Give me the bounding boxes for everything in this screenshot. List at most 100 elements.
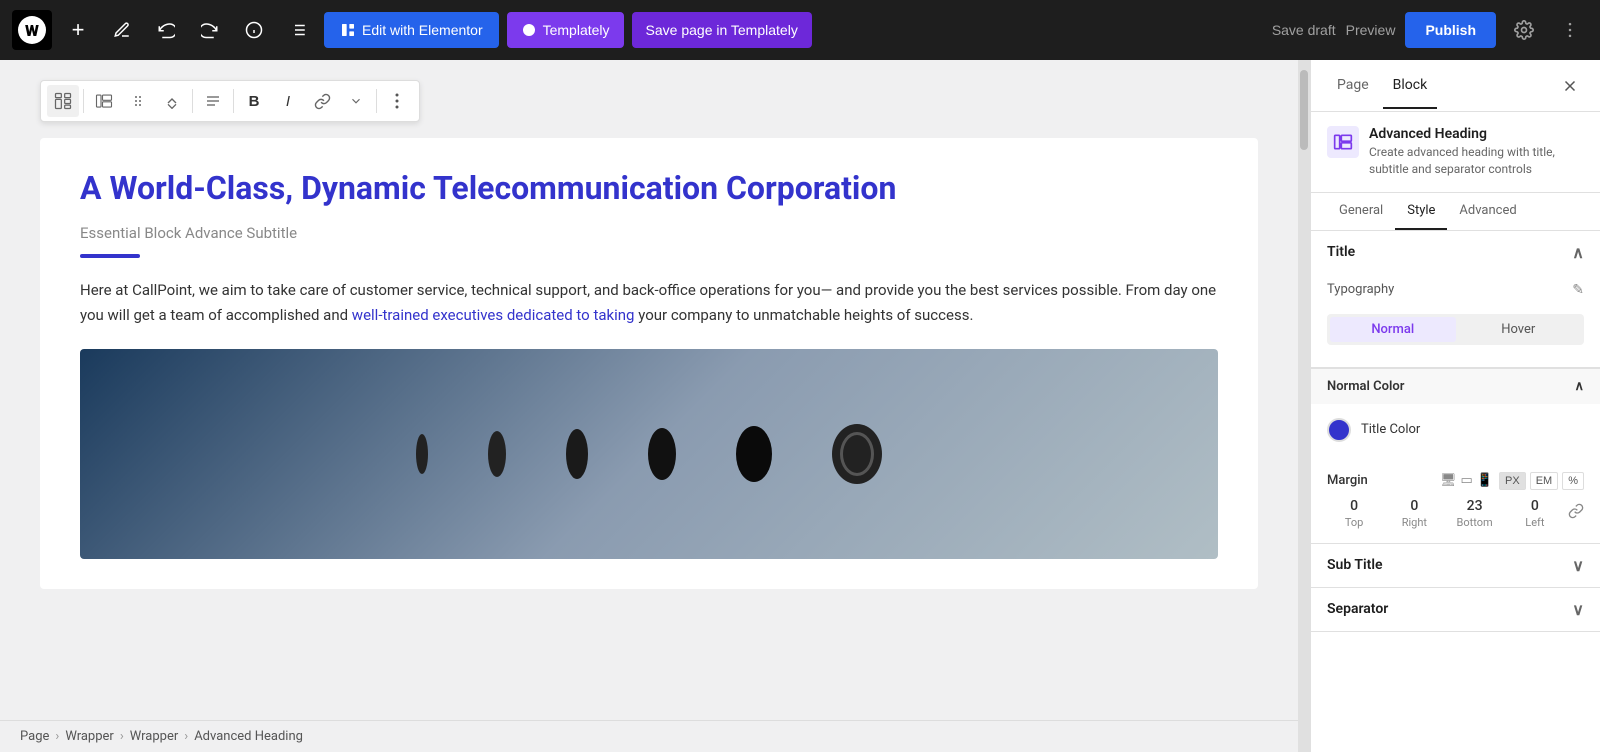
undo-button[interactable] (148, 12, 184, 48)
margin-bottom-value[interactable]: 23 (1467, 498, 1483, 514)
editor-area[interactable]: B I A World-Class, Dyn (0, 60, 1298, 752)
more-options-button[interactable] (1552, 12, 1588, 48)
pen-button[interactable] (104, 12, 140, 48)
margin-label-row: Margin 🖥 ▭ 📱 PX EM % (1327, 472, 1584, 490)
breadcrumb-sep1: › (55, 729, 59, 744)
align-button[interactable] (197, 85, 229, 117)
block-toolbar: B I (40, 80, 420, 122)
margin-link-icon[interactable] (1568, 503, 1584, 523)
right-panel: Page Block Advanced Heading Create advan… (1310, 60, 1600, 752)
tab-page[interactable]: Page (1327, 63, 1379, 109)
divider2 (192, 89, 193, 113)
preview-button[interactable]: Preview (1346, 22, 1396, 38)
block-info-text: Advanced Heading Create advanced heading… (1369, 126, 1584, 178)
state-hover[interactable]: Hover (1456, 317, 1582, 342)
margin-left-value[interactable]: 0 (1531, 498, 1539, 514)
margin-right-group: 0 Right (1387, 498, 1441, 529)
subtitle-section[interactable]: Sub Title ∨ (1311, 544, 1600, 588)
title-section-content: Typography ✎ Normal Hover (1311, 274, 1600, 367)
wp-logo-text: W (25, 21, 39, 40)
state-normal[interactable]: Normal (1330, 317, 1456, 342)
tab-general[interactable]: General (1327, 193, 1395, 230)
breadcrumb-wrapper1[interactable]: Wrapper (65, 729, 114, 744)
save-templately-button[interactable]: Save page in Templately (632, 12, 812, 48)
margin-controls: 🖥 ▭ 📱 PX EM % (1440, 472, 1584, 490)
title-chevron-icon: ∧ (1572, 243, 1584, 262)
separator (80, 254, 140, 258)
breadcrumb: Page › Wrapper › Wrapper › Advanced Head… (0, 720, 1298, 752)
breadcrumb-page[interactable]: Page (20, 729, 49, 744)
block-type-button[interactable] (47, 85, 79, 117)
state-tabs: Normal Hover (1327, 314, 1584, 345)
title-section-header[interactable]: Title ∧ (1311, 231, 1600, 274)
unit-buttons: PX EM % (1499, 472, 1584, 490)
style-tabs: General Style Advanced (1311, 193, 1600, 231)
block-name: Advanced Heading (1369, 126, 1584, 142)
block-info: Advanced Heading Create advanced heading… (1311, 112, 1600, 193)
breadcrumb-advanced-heading[interactable]: Advanced Heading (194, 729, 303, 744)
panel-header: Page Block (1311, 60, 1600, 112)
tab-style[interactable]: Style (1395, 193, 1447, 230)
settings-button[interactable] (1506, 12, 1542, 48)
unit-percent[interactable]: % (1562, 472, 1584, 490)
body-text: Here at CallPoint, we aim to take care o… (80, 278, 1218, 329)
redo-button[interactable] (192, 12, 228, 48)
publish-button[interactable]: Publish (1405, 12, 1496, 48)
title-color-swatch[interactable] (1327, 418, 1351, 442)
margin-left-label: Left (1525, 516, 1544, 529)
updown-button[interactable] (156, 85, 188, 117)
scroll-bar[interactable] (1298, 60, 1310, 752)
list-view-button[interactable] (280, 12, 316, 48)
options-button[interactable] (381, 85, 413, 117)
separator-section[interactable]: Separator ∨ (1311, 588, 1600, 632)
margin-label: Margin (1327, 473, 1368, 488)
normal-color-content: Title Color (1311, 404, 1600, 462)
subtitle[interactable]: Essential Block Advance Subtitle (80, 224, 1218, 242)
margin-top-group: 0 Top (1327, 498, 1381, 529)
mobile-icon[interactable]: 📱 (1477, 473, 1493, 488)
heading-title[interactable]: A World-Class, Dynamic Telecommunication… (80, 168, 1218, 210)
block-icon-box (1327, 126, 1359, 158)
image-placeholder (80, 349, 1218, 559)
separator-chevron-icon: ∨ (1572, 600, 1584, 619)
margin-top-label: Top (1345, 516, 1363, 529)
link-button[interactable] (306, 85, 338, 117)
margin-top-value[interactable]: 0 (1350, 498, 1358, 514)
tablet-icon[interactable]: ▭ (1461, 473, 1473, 488)
tab-advanced[interactable]: Advanced (1447, 193, 1528, 230)
bold-button[interactable]: B (238, 85, 270, 117)
margin-bottom-label: Bottom (1457, 516, 1493, 529)
italic-button[interactable]: I (272, 85, 304, 117)
separator-label: Separator (1327, 601, 1388, 617)
panel-close-button[interactable] (1556, 72, 1584, 100)
breadcrumb-sep2: › (120, 729, 124, 744)
margin-right-value[interactable]: 0 (1410, 498, 1418, 514)
unit-px[interactable]: PX (1499, 472, 1526, 490)
add-button[interactable]: + (60, 12, 96, 48)
unit-em[interactable]: EM (1530, 472, 1559, 490)
typography-edit-icon[interactable]: ✎ (1572, 282, 1584, 298)
desktop-icon[interactable]: 🖥 (1440, 473, 1457, 488)
move-button[interactable] (122, 85, 154, 117)
subtitle-label: Sub Title (1327, 557, 1382, 573)
more-inline-button[interactable] (340, 85, 372, 117)
normal-color-label: Normal Color (1327, 379, 1404, 394)
normal-color-header[interactable]: Normal Color ∧ (1311, 368, 1600, 404)
normal-color-chevron-icon: ∧ (1574, 379, 1584, 394)
breadcrumb-wrapper2[interactable]: Wrapper (130, 729, 179, 744)
tab-block[interactable]: Block (1383, 63, 1438, 109)
info-button[interactable] (236, 12, 272, 48)
save-draft-button[interactable]: Save draft (1272, 22, 1336, 38)
divider3 (233, 89, 234, 113)
edit-elementor-button[interactable]: Edit with Elementor (324, 12, 499, 48)
wp-logo[interactable]: W (12, 10, 52, 50)
toolbar-right: Save draft Preview Publish (1272, 12, 1588, 48)
top-toolbar: W + Edit with Elementor Templately Save … (0, 0, 1600, 60)
block-icon-button[interactable] (88, 85, 120, 117)
subtitle-chevron-icon: ∨ (1572, 556, 1584, 575)
templately-button[interactable]: Templately (507, 12, 624, 48)
title-label: Title (1327, 244, 1355, 260)
margin-inputs: 0 Top 0 Right 23 Bottom 0 Left (1327, 498, 1584, 529)
divider (83, 89, 84, 113)
margin-section: Margin 🖥 ▭ 📱 PX EM % 0 (1311, 462, 1600, 544)
